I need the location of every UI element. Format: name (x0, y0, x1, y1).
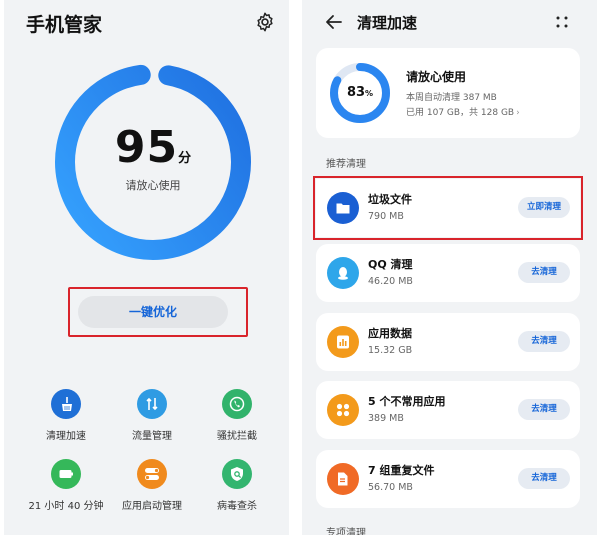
section-header-recommended: 推荐清理 (326, 159, 366, 170)
qq-icon (327, 257, 359, 289)
item-name: 垃圾文件 (368, 193, 412, 206)
gear-icon[interactable] (254, 11, 276, 33)
storage-percent: 83% (328, 85, 392, 100)
score-value: 95 (114, 122, 179, 173)
apps-grid-icon (327, 394, 359, 426)
go-clean-button[interactable]: 去清理 (518, 331, 570, 352)
toggle-icon (137, 459, 167, 489)
score-status: 请放心使用 (125, 179, 181, 192)
storage-usage: 已用 107 GB，共 128 GB › (406, 105, 520, 118)
storage-card[interactable]: 83% 请放心使用 本周自动清理 387 MB 已用 107 GB，共 128 … (316, 48, 580, 138)
highlight-box: 一键优化 (68, 287, 248, 337)
chevron-right-icon: › (516, 108, 520, 118)
shield-scan-icon (222, 459, 252, 489)
tile-clean-accelerate[interactable]: 清理加速 (21, 389, 111, 442)
percent-unit: % (365, 89, 374, 98)
item-size: 46.20 MB (368, 276, 413, 287)
clean-item-duplicate-files[interactable]: 7 组重复文件 56.70 MB 去清理 (316, 450, 580, 508)
folder-icon (327, 192, 359, 224)
health-score: 95分 (48, 122, 258, 173)
tile-label: 应用启动管理 (122, 501, 182, 512)
bar-chart-icon (327, 326, 359, 358)
phone-block-icon (222, 389, 252, 419)
item-size: 389 MB (368, 413, 404, 424)
tile-virus-scan[interactable]: 病毒查杀 (192, 459, 282, 512)
item-name: 7 组重复文件 (368, 464, 435, 477)
go-clean-button[interactable]: 去清理 (518, 262, 570, 283)
tile-label: 骚扰拦截 (217, 431, 257, 442)
go-clean-button[interactable]: 去清理 (518, 399, 570, 420)
clean-now-button[interactable]: 立即清理 (518, 197, 570, 218)
optimize-button[interactable]: 一键优化 (78, 296, 228, 328)
data-transfer-icon (137, 389, 167, 419)
clean-item-app-data[interactable]: 应用数据 15.32 GB 去清理 (316, 313, 580, 371)
broom-icon (51, 389, 81, 419)
tile-label: 病毒查杀 (217, 501, 257, 512)
duplicate-file-icon (327, 463, 359, 495)
tile-label: 清理加速 (46, 431, 86, 442)
tile-app-launch[interactable]: 应用启动管理 (107, 459, 197, 512)
clean-accelerate-screen: 清理加速 83% 请放心使用 本周自动清理 387 MB 已用 107 GB，共… (302, 0, 597, 535)
tile-label: 流量管理 (132, 431, 172, 442)
item-size: 790 MB (368, 211, 404, 222)
back-arrow-icon[interactable] (324, 12, 344, 32)
item-size: 56.70 MB (368, 482, 413, 493)
tile-data-management[interactable]: 流量管理 (107, 389, 197, 442)
tile-harassment-block[interactable]: 骚扰拦截 (192, 389, 282, 442)
more-options-icon[interactable] (554, 14, 570, 30)
item-name: 5 个不常用应用 (368, 395, 446, 408)
tile-battery[interactable]: 21 小时 40 分钟 (21, 459, 111, 512)
clean-item-unused-apps[interactable]: 5 个不常用应用 389 MB 去清理 (316, 381, 580, 439)
clean-item-junk-files[interactable]: 垃圾文件 790 MB 立即清理 (313, 176, 583, 240)
item-name: QQ 清理 (368, 258, 413, 271)
weekly-auto-clean: 本周自动清理 387 MB (406, 93, 497, 103)
score-unit: 分 (178, 151, 192, 166)
usage-text: 已用 107 GB，共 128 GB (406, 108, 515, 118)
storage-status: 请放心使用 (406, 70, 467, 84)
go-clean-button[interactable]: 去清理 (518, 468, 570, 489)
clean-item-qq[interactable]: QQ 清理 46.20 MB 去清理 (316, 244, 580, 302)
page-title: 清理加速 (357, 14, 418, 32)
percent-value: 83 (346, 85, 366, 100)
item-size: 15.32 GB (368, 345, 413, 356)
phone-manager-screen: 手机管家 95分 请放心使用 一键优化 清理加速 流量管理 骚扰拦截 21 小时… (4, 0, 289, 535)
battery-icon (51, 459, 81, 489)
tile-label: 21 小时 40 分钟 (28, 501, 104, 512)
item-name: 应用数据 (368, 327, 412, 340)
page-title: 手机管家 (26, 14, 103, 36)
section-header-special: 专项清理 (326, 528, 366, 535)
